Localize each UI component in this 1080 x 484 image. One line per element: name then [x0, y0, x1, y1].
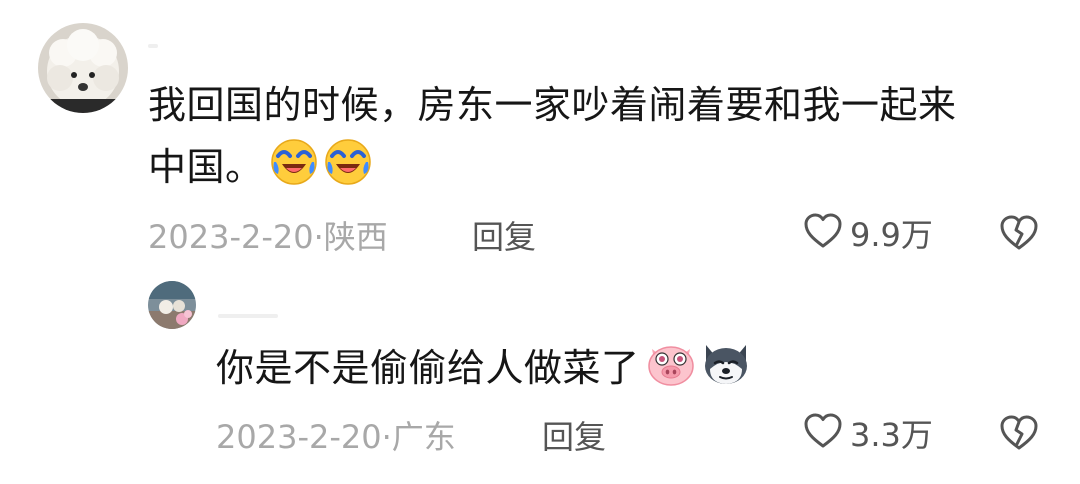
comment-text-line: 我回国的时候，房东一家吵着闹着要和我一起来 [148, 83, 957, 127]
meta-separator: · [313, 218, 324, 256]
comment-location: 广东 [391, 418, 456, 456]
comment-location: 陕西 [323, 218, 388, 256]
like-button[interactable]: 9.9万 [802, 210, 933, 256]
username-placeholder[interactable] [218, 314, 278, 318]
laugh-cry-emoji-icon [324, 138, 372, 204]
husky-emoji-icon [702, 341, 750, 405]
comment-date: 2023-2-20 [148, 218, 314, 256]
laugh-cry-emoji-icon [270, 138, 318, 204]
comment-meta: 2023-2-20·广东 [216, 412, 456, 458]
avatar[interactable] [38, 23, 128, 113]
pig-face-emoji-icon [646, 341, 696, 405]
comment-text-line-2: 中国。 [148, 136, 1028, 204]
broken-heart-icon [998, 215, 1040, 258]
avatar[interactable] [148, 281, 196, 329]
comment-text-line: 中国。 [148, 145, 264, 189]
comment-meta: 2023-2-20·陕西 [148, 212, 388, 258]
comment-text-line: 你是不是偷偷给人做菜了 [216, 346, 640, 390]
dislike-button[interactable] [998, 212, 1040, 258]
broken-heart-icon [998, 415, 1040, 458]
username-placeholder[interactable] [148, 44, 158, 48]
meta-separator: · [381, 418, 392, 456]
heart-outline-icon [802, 210, 844, 256]
like-button[interactable]: 3.3万 [802, 410, 933, 456]
reply-button[interactable]: 回复 [472, 212, 536, 258]
comment-date: 2023-2-20 [216, 418, 382, 456]
like-count: 3.3万 [850, 416, 933, 454]
comment-text: 你是不是偷偷给人做菜了 [216, 337, 1016, 405]
heart-outline-icon [802, 410, 844, 456]
like-count: 9.9万 [850, 216, 933, 254]
dislike-button[interactable] [998, 412, 1040, 458]
reply-button[interactable]: 回复 [542, 412, 606, 458]
comment-text: 我回国的时候，房东一家吵着闹着要和我一起来 中国。 [148, 74, 1028, 204]
